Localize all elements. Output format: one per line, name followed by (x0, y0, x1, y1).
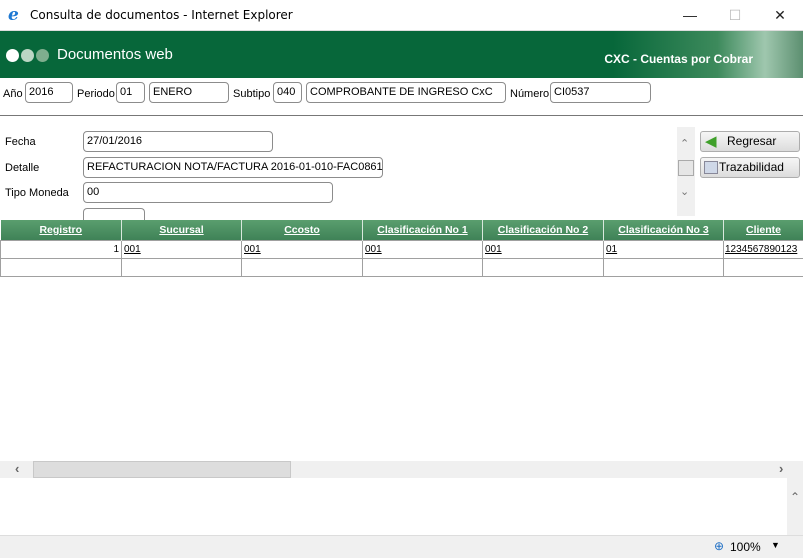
anio-label: Año (3, 88, 23, 100)
detail-grid: Registro Sucursal Ccosto Clasificación N… (0, 220, 803, 277)
moneda-field[interactable]: 00 (83, 182, 333, 203)
cell-clasificacion-2[interactable]: 001 (482, 239, 604, 259)
module-name: CXC - Cuentas por Cobrar (604, 52, 753, 66)
scroll-down-icon[interactable]: ⌄ (680, 185, 689, 198)
detalle-label: Detalle (5, 162, 40, 174)
empty-cell (723, 257, 803, 277)
page-scrollbar[interactable]: ⌃ (787, 478, 803, 535)
grid-header-row: Registro Sucursal Ccosto Clasificación N… (0, 220, 803, 240)
dot-icon (6, 49, 19, 62)
scroll-up-icon[interactable]: ⌃ (680, 137, 689, 150)
minimize-button[interactable]: — (678, 4, 702, 26)
cell-cliente[interactable]: 1234567890123 (723, 239, 803, 259)
trace-icon (704, 161, 718, 174)
header-banner: Documentos web CXC - Cuentas por Cobrar (0, 31, 803, 78)
dot-icon (21, 49, 34, 62)
window-title: Consulta de documentos - Internet Explor… (30, 8, 293, 22)
zoom-dropdown-icon[interactable]: ▼ (771, 540, 780, 550)
fecha-label: Fecha (5, 136, 36, 148)
numero-label: Número (510, 88, 550, 100)
empty-cell (362, 257, 483, 277)
empty-cell (0, 257, 122, 277)
cell-registro: 1 (0, 239, 122, 259)
title-bar: e Consulta de documentos - Internet Expl… (0, 0, 803, 31)
clipped-field[interactable] (83, 208, 145, 220)
internet-explorer-icon: e (8, 5, 19, 25)
header-clasificacion-2[interactable]: Clasificación No 2 (482, 220, 604, 240)
fecha-field[interactable]: 27/01/2016 (83, 131, 273, 152)
empty-cell (121, 257, 242, 277)
status-bar: ⊕ 100% ▼ (0, 535, 803, 558)
periodo-field[interactable]: 01 (116, 82, 145, 103)
header-cliente[interactable]: Cliente (723, 220, 803, 240)
close-button[interactable]: ✕ (768, 4, 792, 26)
anio-field[interactable]: 2016 (25, 82, 73, 103)
header-sucursal[interactable]: Sucursal (121, 220, 242, 240)
header-registro[interactable]: Registro (0, 220, 122, 240)
maximize-button[interactable]: ☐ (723, 4, 747, 26)
cell-clasificacion-1[interactable]: 001 (362, 239, 483, 259)
empty-cell (603, 257, 724, 277)
horizontal-scrollbar[interactable]: ‹ › (0, 461, 803, 478)
divider (0, 115, 803, 116)
cell-sucursal[interactable]: 001 (121, 239, 242, 259)
trazabilidad-button[interactable]: Trazabilidad (700, 157, 800, 178)
numero-field[interactable]: CI0537 (550, 82, 651, 103)
scroll-thumb[interactable] (678, 160, 694, 176)
form-scrollbar[interactable]: ⌃ ⌄ (677, 127, 695, 216)
dot-icon (36, 49, 49, 62)
trazabilidad-label: Trazabilidad (719, 160, 784, 174)
header-clasificacion-1[interactable]: Clasificación No 1 (362, 220, 483, 240)
subtipo-nombre-field[interactable]: COMPROBANTE DE INGRESO CxC (306, 82, 506, 103)
regresar-label: Regresar (727, 134, 777, 148)
zoom-level[interactable]: 100% (730, 540, 761, 554)
cell-ccosto[interactable]: 001 (241, 239, 363, 259)
scroll-up-icon[interactable]: ⌃ (790, 490, 800, 504)
cell-clasificacion-3[interactable]: 01 (603, 239, 724, 259)
header-clasificacion-3[interactable]: Clasificación No 3 (603, 220, 724, 240)
periodo-label: Periodo (77, 88, 115, 100)
zoom-icon[interactable]: ⊕ (714, 539, 724, 553)
regresar-button[interactable]: ◀ Regresar (700, 131, 800, 152)
empty-cell (241, 257, 363, 277)
table-row-empty (0, 257, 803, 277)
scroll-right-icon[interactable]: › (779, 461, 783, 476)
app-name: Documentos web (57, 46, 173, 63)
back-arrow-icon: ◀ (705, 133, 717, 150)
subtipo-field[interactable]: 040 (273, 82, 302, 103)
subtipo-label: Subtipo (233, 88, 271, 100)
empty-cell (482, 257, 604, 277)
detalle-field[interactable]: REFACTURACION NOTA/FACTURA 2016-01-010-F… (83, 157, 383, 178)
moneda-label: Tipo Moneda (5, 187, 69, 199)
header-ccosto[interactable]: Ccosto (241, 220, 363, 240)
table-row: 1 001 001 001 001 01 1234567890123 (0, 239, 803, 259)
scroll-left-icon[interactable]: ‹ (15, 461, 19, 476)
scroll-thumb[interactable] (33, 461, 291, 478)
periodo-nombre-field[interactable]: ENERO (149, 82, 229, 103)
